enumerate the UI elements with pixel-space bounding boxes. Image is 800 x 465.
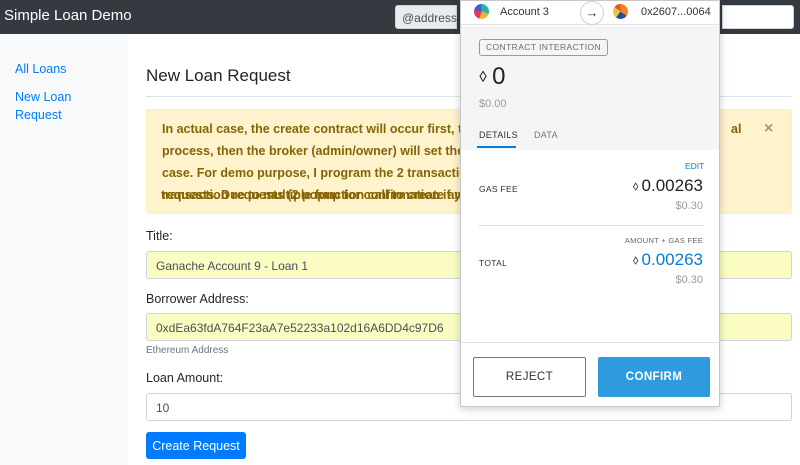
gas-fee-label: GAS FEE: [479, 184, 518, 194]
popup-summary: CONTRACT INTERACTION ⬨ 0 $0.00 DETAILS DA…: [461, 26, 719, 150]
address-addon: @address: [395, 5, 457, 29]
create-request-button[interactable]: Create Request: [146, 432, 246, 459]
footer-divider: [461, 342, 719, 343]
edit-gas-link[interactable]: EDIT: [685, 161, 704, 171]
from-account-name[interactable]: Account 3: [500, 6, 549, 18]
gas-fee-usd: $0.30: [675, 200, 703, 212]
tab-data[interactable]: DATA: [534, 130, 558, 140]
amount-plus-gas-label: AMOUNT + GAS FEE: [624, 236, 703, 245]
active-tab-indicator: [477, 146, 516, 148]
title-label: Title:: [146, 229, 173, 243]
sidebar: All Loans New Loan Request: [0, 34, 128, 465]
page-title: New Loan Request: [146, 66, 291, 85]
alert-text-line: transaction requests (2 popup for confir…: [161, 188, 477, 202]
eth-icon: ⬨: [479, 65, 488, 85]
sidebar-item-new-loan-request[interactable]: New Loan Request: [15, 88, 85, 124]
alert-text-line: case. For demo purpose, I program the 2 …: [162, 166, 475, 180]
alert-close-icon[interactable]: ×: [764, 120, 773, 138]
to-account-avatar-icon: [613, 4, 628, 19]
total-usd: $0.30: [675, 274, 703, 286]
arrow-right-icon: →: [580, 1, 604, 25]
amount-eth: ⬨ 0: [479, 63, 505, 91]
from-account-avatar-icon: [474, 4, 489, 19]
divider: [479, 225, 704, 226]
address-input[interactable]: [722, 5, 794, 29]
to-address[interactable]: 0x2607...0064: [641, 6, 711, 18]
confirm-button[interactable]: CONFIRM: [598, 357, 710, 397]
total-label: TOTAL: [479, 258, 508, 268]
eth-icon: ⬨: [632, 252, 639, 267]
total-eth-value: 0.00263: [641, 250, 703, 269]
tab-details[interactable]: DETAILS: [479, 130, 518, 140]
gas-fee-eth: ⬨ 0.00263: [633, 176, 703, 196]
alert-text-fragment: al: [731, 122, 742, 136]
alert-text-line: process, then the broker (admin/owner) w…: [162, 144, 473, 158]
eth-icon: ⬨: [632, 178, 639, 193]
borrower-address-label: Borrower Address:: [146, 292, 249, 306]
brand-title[interactable]: Simple Loan Demo: [4, 7, 132, 24]
popup-header: Account 3 → 0x2607...0064: [461, 1, 719, 25]
reject-button[interactable]: REJECT: [473, 357, 586, 397]
borrower-address-help: Ethereum Address: [146, 345, 229, 356]
contract-interaction-badge: CONTRACT INTERACTION: [479, 39, 609, 56]
loan-amount-label: Loan Amount:: [146, 371, 224, 385]
amount-usd: $0.00: [479, 98, 507, 110]
wallet-confirmation-popup: Account 3 → 0x2607...0064 CONTRACT INTER…: [460, 0, 720, 407]
total-eth: ⬨ 0.00263: [633, 250, 703, 270]
sidebar-item-all-loans[interactable]: All Loans: [15, 60, 66, 78]
gas-fee-eth-value: 0.00263: [641, 176, 703, 195]
amount-eth-value: 0: [492, 63, 506, 90]
alert-text-line: In actual case, the create contract will…: [162, 122, 477, 136]
